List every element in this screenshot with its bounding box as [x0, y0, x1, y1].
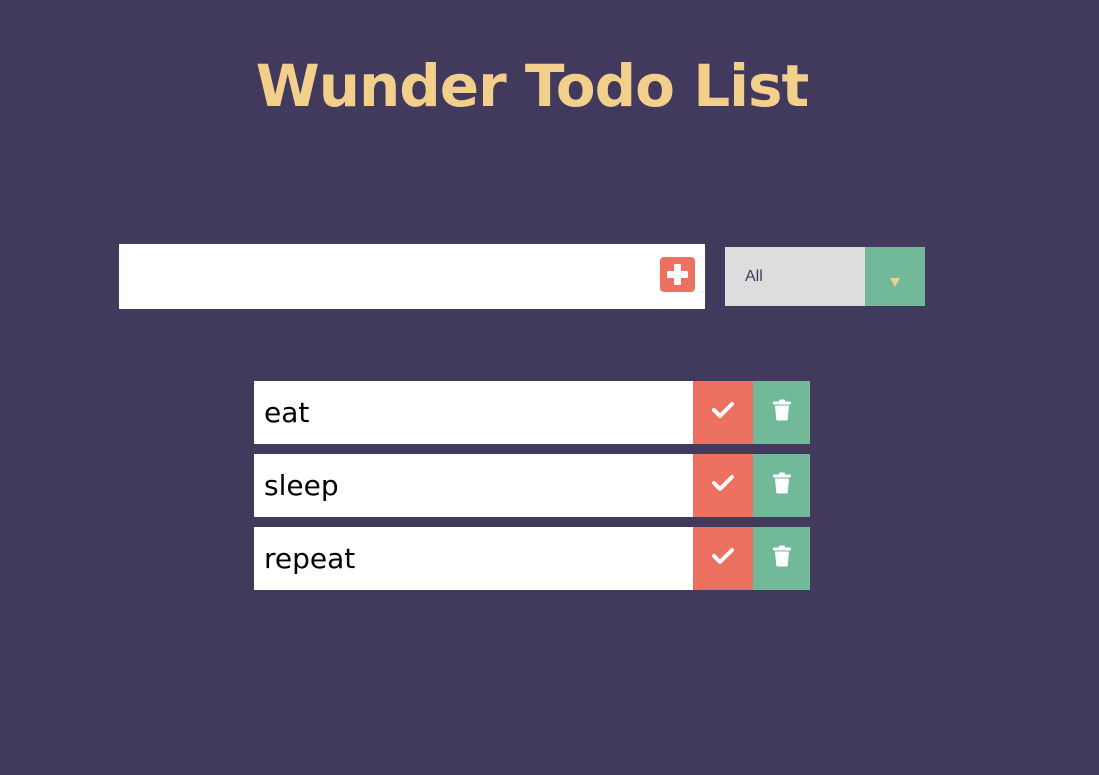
todo-form: [119, 244, 705, 309]
filter-selected-value: All: [745, 268, 763, 285]
todo-text: sleep: [264, 469, 339, 502]
check-icon: [712, 547, 734, 564]
todo-item: repeat: [254, 527, 810, 590]
todo-text: eat: [264, 396, 310, 429]
todo-item: eat: [254, 381, 810, 444]
delete-button[interactable]: [753, 381, 810, 444]
todo-item: sleep: [254, 454, 810, 517]
trash-icon: [772, 472, 791, 493]
todo-text: repeat: [264, 542, 356, 575]
complete-button[interactable]: [693, 381, 753, 444]
todo-list: eat sleep repeat: [254, 381, 810, 600]
page-title: Wunder Todo List: [255, 52, 810, 120]
check-icon: [712, 474, 734, 491]
todo-input[interactable]: [119, 244, 649, 309]
filter-dropdown-toggle[interactable]: [865, 247, 925, 306]
complete-button[interactable]: [693, 454, 753, 517]
trash-icon: [772, 545, 791, 566]
delete-button[interactable]: [753, 454, 810, 517]
filter-select[interactable]: All: [725, 247, 925, 306]
complete-button[interactable]: [693, 527, 753, 590]
check-icon: [712, 401, 734, 418]
delete-button[interactable]: [753, 527, 810, 590]
trash-icon: [772, 399, 791, 420]
add-todo-button[interactable]: [660, 257, 695, 292]
caret-down-icon: [890, 278, 900, 287]
